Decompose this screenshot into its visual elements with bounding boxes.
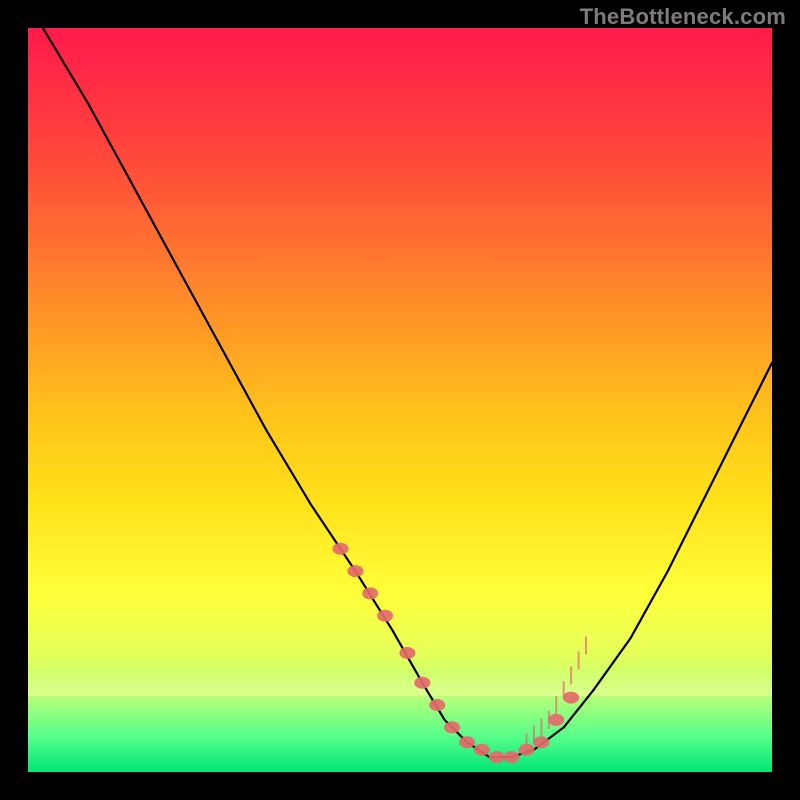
markers-svg <box>28 28 772 772</box>
watermark-text: TheBottleneck.com <box>580 4 786 30</box>
curve-svg <box>28 28 772 772</box>
chart-stage: TheBottleneck.com <box>0 0 800 800</box>
sand-band <box>28 670 772 696</box>
plot-area <box>28 28 772 772</box>
